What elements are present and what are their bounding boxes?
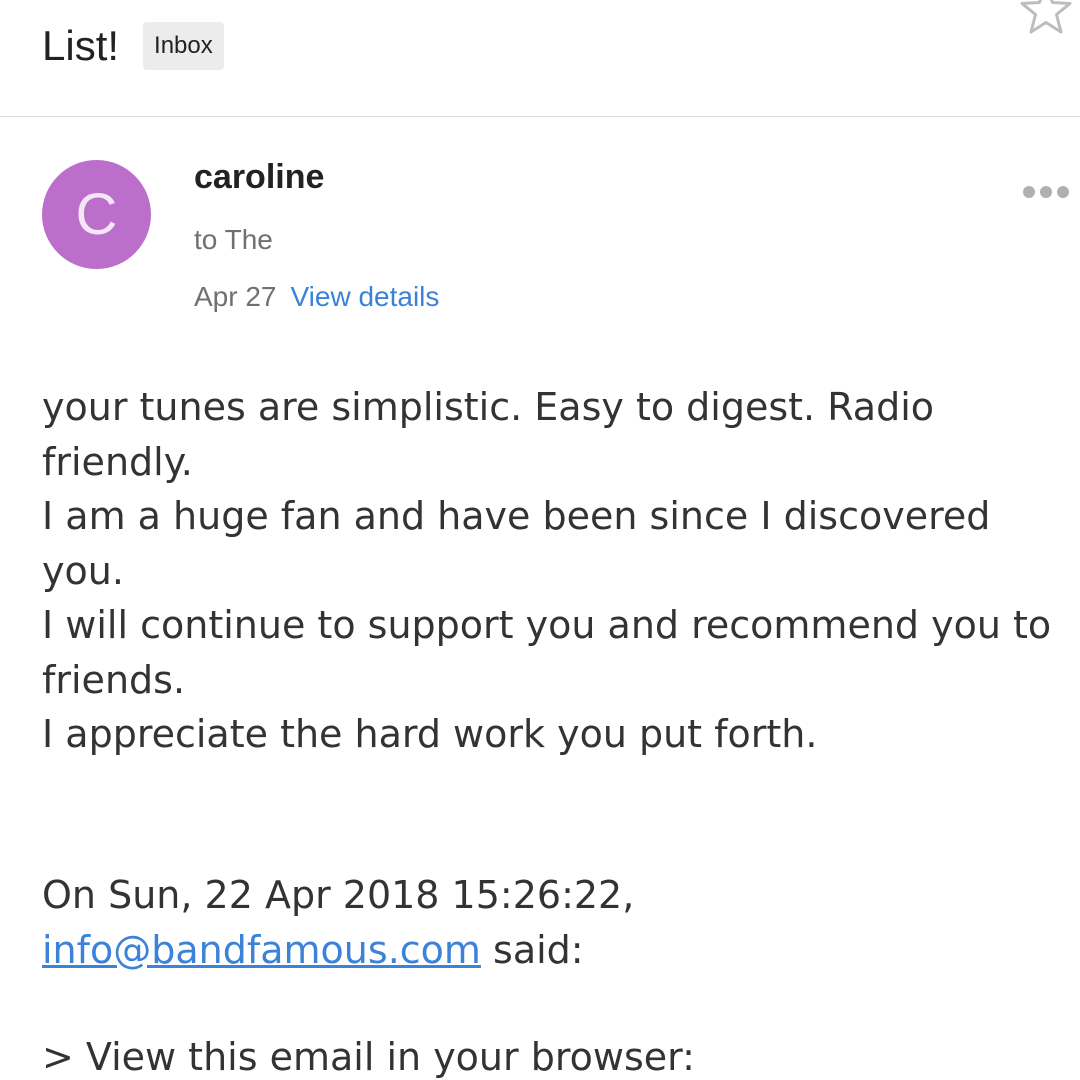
quote-said: said: [480,927,584,972]
body-line: I am a huge fan and have been since I di… [42,494,991,593]
body-line: I appreciate the hard work you put forth… [42,712,818,756]
more-horizontal-icon[interactable] [1022,184,1070,200]
subject-line: List! Inbox [42,22,224,70]
email-view: List! Inbox C caroline to The Apr 27 Vie… [0,0,1080,1080]
quote-from-line: info@bandfamous.com said: [42,923,1062,978]
subject-header: List! Inbox [0,0,1080,117]
email-body: your tunes are simplistic. Easy to diges… [42,380,1062,762]
email-subject: List! [42,22,120,69]
quote-date-line: On Sun, 22 Apr 2018 15:26:22, [42,873,635,917]
sender-avatar[interactable]: C [42,160,151,269]
recipient-line: to The [194,224,273,255]
inbox-label-badge[interactable]: Inbox [143,22,224,70]
email-date: Apr 27 [194,281,277,312]
quoted-header: On Sun, 22 Apr 2018 15:26:22, info@bandf… [42,868,1062,977]
avatar-letter: C [75,182,118,247]
sender-email-link[interactable]: info@bandfamous.com [42,928,481,972]
body-line: your tunes are simplistic. Easy to diges… [42,385,934,484]
view-details-link[interactable]: View details [291,281,440,313]
date-line: Apr 27 View details [194,281,439,313]
quoted-view-in-browser: > View this email in your browser: [42,1035,695,1079]
body-line: I will continue to support you and recom… [42,603,1052,702]
star-outline-icon[interactable] [1018,0,1074,38]
sender-name[interactable]: caroline [194,158,324,197]
